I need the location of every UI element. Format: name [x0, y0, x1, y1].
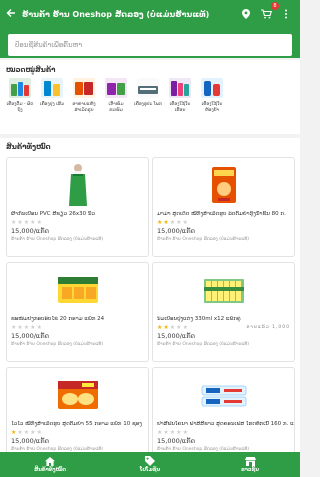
product-name: ຂະໜົມປັງກອບອົບໄຂ່ 20 ກຣາມ ແພັກ 24: [11, 316, 105, 322]
product-image: [7, 263, 148, 316]
search-input[interactable]: [8, 34, 292, 56]
product-image: [7, 368, 148, 421]
category-section: ໝວດໝູ່ສິນຄ້າ ເຄື່ອງດື່ມ - ຜັດຖົງ ເຄື່ອງປ…: [0, 60, 300, 134]
star-icon: ★: [36, 429, 43, 436]
category-thumb: [73, 78, 95, 98]
back-button[interactable]: [0, 6, 22, 22]
nav-item-all-products[interactable]: ສິນຄ້າທັງໝົດ: [0, 452, 100, 477]
cart-icon: [260, 9, 272, 19]
nav-label: ສິນຄ້າທັງໝົດ: [34, 467, 66, 473]
product-price: 15,000/ແກັດ: [157, 227, 195, 235]
category-thumb: [201, 78, 223, 98]
home-icon: [45, 456, 55, 466]
map-pin-icon: [242, 9, 250, 19]
star-icon: ★: [182, 429, 189, 436]
product-rating: ★★★★★: [153, 218, 294, 227]
category-label: ເຄື່ອງໃຊ້ໃນ ເຮືອນ: [169, 102, 191, 113]
product-rating: ★★★★★: [153, 428, 294, 437]
page-title: ຮ້ານຄ້າ ຮ້ານ Oneshop ສັດລອງ (ບໍ່ແມ່ນຮ້ານ…: [22, 9, 210, 19]
cart-button[interactable]: 8: [260, 2, 279, 20]
cart-count-badge: 8: [271, 2, 279, 10]
more-menu-button[interactable]: [280, 8, 292, 20]
arrow-left-icon: [6, 9, 15, 17]
category-item-bathroom[interactable]: ເຄື່ອງໃຊ້ໃນ ຫ້ອງນ້ຳ: [198, 78, 226, 114]
product-shop: ຮ້ານຄ້າ ຮ້ານ Oneshop ສັດລອງ (ບໍ່ແມ່ນຮ້ານ…: [11, 342, 104, 347]
product-card[interactable]: ນົມເປົ້ອນປຸງແຕ່ງ 330ml x12 ແພັກຄູ່ ★★★★★…: [152, 262, 295, 362]
product-card[interactable]: ຂະໜົມປັງກອບອົບໄຂ່ 20 ກຣາມ ແພັກ 24 ★★★★★ …: [6, 262, 149, 362]
category-item-drinks[interactable]: ເຄື່ອງດື່ມ - ຜັດຖົງ: [6, 78, 34, 114]
product-name: ຜ້າກັນເປື້ອນ PVC ສີຂຽວ 26x30 ນິ້ວ: [11, 211, 95, 217]
sold-count: ຂາຍແລ້ວ 1,000: [246, 325, 290, 330]
category-label: ເຄື່ອງໃຊ້ໃນ ຫ້ອງນ້ຳ: [201, 102, 223, 113]
location-button[interactable]: [240, 8, 252, 20]
category-item-snacks[interactable]: ເຂົ້າໜົມ ຂະໜົມ: [102, 78, 130, 114]
product-rating: ★★★★★: [7, 323, 148, 332]
product-grid: ຜ້າກັນເປື້ອນ PVC ສີຂຽວ 26x30 ນິ້ວ ★★★★★ …: [6, 157, 295, 467]
product-shop: ຮ້ານຄ້າ ຮ້ານ Oneshop ສັດລອງ (ບໍ່ແມ່ນຮ້ານ…: [157, 342, 250, 347]
nav-item-promotion[interactable]: ໂປໂມຊັນ: [100, 452, 200, 477]
product-image: [153, 368, 294, 421]
category-thumb: [41, 78, 63, 98]
category-thumb: [9, 78, 31, 98]
product-rating: ★★★★★: [7, 428, 148, 437]
star-icon: ★: [182, 219, 189, 226]
category-thumb: [105, 78, 127, 98]
bottom-nav: ສິນຄ້າທັງໝົດ ໂປໂມຊັນ ຂາວຊັ້ນ: [0, 452, 300, 477]
product-rating: ★★★★★ ຂາຍແລ້ວ 1,000: [153, 323, 294, 332]
nav-label: ໂປໂມຊັນ: [139, 467, 161, 473]
product-section: ສິນຄ້າທັງໝົດ ຜ້າກັນເປື້ອນ PVC ສີຂຽວ 26x3…: [0, 138, 300, 467]
store-icon: [244, 456, 256, 466]
nav-item-store[interactable]: ຂາວຊັ້ນ: [200, 452, 300, 477]
product-price: 15,000/ແກັດ: [157, 332, 195, 340]
category-thumb: [137, 78, 159, 98]
category-item-household[interactable]: ເຄື່ອງໃຊ້ໃນ ເຮືອນ: [166, 78, 194, 114]
product-card[interactable]: ມາມ່າ ສູດເດັດ ໝີ່ກຶ່ງສຳເລັດຮູບ ລົດຕົ້ມຍຳ…: [152, 157, 295, 257]
tag-icon: [145, 456, 155, 466]
star-icon: ★: [36, 219, 43, 226]
category-label: ເຂົ້າໜົມ ຂະໜົມ: [108, 102, 124, 113]
category-label: ອາຫານແຫ້ງ ສຳເລັດຮູບ: [72, 102, 96, 113]
more-vertical-icon: [285, 9, 287, 19]
product-name: ມາມ່າ ສູດເດັດ ໝີ່ກຶ່ງສຳເລັດຮູບ ລົດຕົ້ມຍຳ…: [157, 211, 286, 217]
category-item-seasoning[interactable]: ເຄື່ອງປຸງ ເສີມ: [38, 78, 66, 114]
product-image: [7, 158, 148, 211]
category-thumb: [169, 78, 191, 98]
product-image: [153, 158, 294, 211]
product-shop: ຮ້ານຄ້າ ຮ້ານ Oneshop ສັດລອງ (ບໍ່ແມ່ນຮ້ານ…: [157, 237, 250, 242]
product-name: ໄວໄວ ໝີ່ກຶ່ງສຳເລັດຮູບ ສູດຕົ້ມຍຳ 55 ກຣາມ …: [11, 421, 142, 427]
product-name: ຢາສີຟັນໂຄນາ ຟາສ໌ສີຂາວ ສູດຄອນເຟັສ ໂຮດທັກເ…: [157, 421, 294, 427]
category-item-instant-food[interactable]: ອາຫານແຫ້ງ ສຳເລັດຮູບ: [70, 78, 98, 114]
product-rating: ★★★★★: [7, 218, 148, 227]
product-section-title: ສິນຄ້າທັງໝົດ: [6, 143, 51, 151]
nav-label: ຂາວຊັ້ນ: [241, 467, 259, 473]
star-icon: ★: [182, 324, 189, 331]
product-name: ນົມເປົ້ອນປຸງແຕ່ງ 330ml x12 ແພັກຄູ່: [157, 316, 241, 322]
app-header: ຮ້ານຄ້າ ຮ້ານ Oneshop ສັດລອງ (ບໍ່ແມ່ນຮ້ານ…: [0, 0, 300, 28]
category-label: ເຄື່ອງດື່ມ - ຜັດຖົງ: [6, 102, 34, 113]
product-price: 15,000/ແກັດ: [11, 332, 49, 340]
category-title: ໝວດໝູ່ສິນຄ້າ: [6, 66, 56, 74]
product-shop: ຮ້ານຄ້າ ຮ້ານ Oneshop ສັດລອງ (ບໍ່ແມ່ນຮ້ານ…: [11, 237, 104, 242]
product-image: [153, 263, 294, 316]
category-label: ເຄື່ອງອຸປະ ໂພກ: [134, 102, 162, 107]
product-card[interactable]: ຜ້າກັນເປື້ອນ PVC ສີຂຽວ 26x30 ນິ້ວ ★★★★★ …: [6, 157, 149, 257]
product-price: 15,000/ແກັດ: [11, 227, 49, 235]
category-label: ເຄື່ອງປຸງ ເສີມ: [39, 102, 65, 107]
search-bar: [0, 28, 300, 58]
star-icon: ★: [36, 324, 43, 331]
category-item-consumer-goods[interactable]: ເຄື່ອງອຸປະ ໂພກ: [134, 78, 162, 114]
product-price: 15,000/ແກັດ: [157, 437, 195, 445]
product-price: 15,000/ແກັດ: [11, 437, 49, 445]
